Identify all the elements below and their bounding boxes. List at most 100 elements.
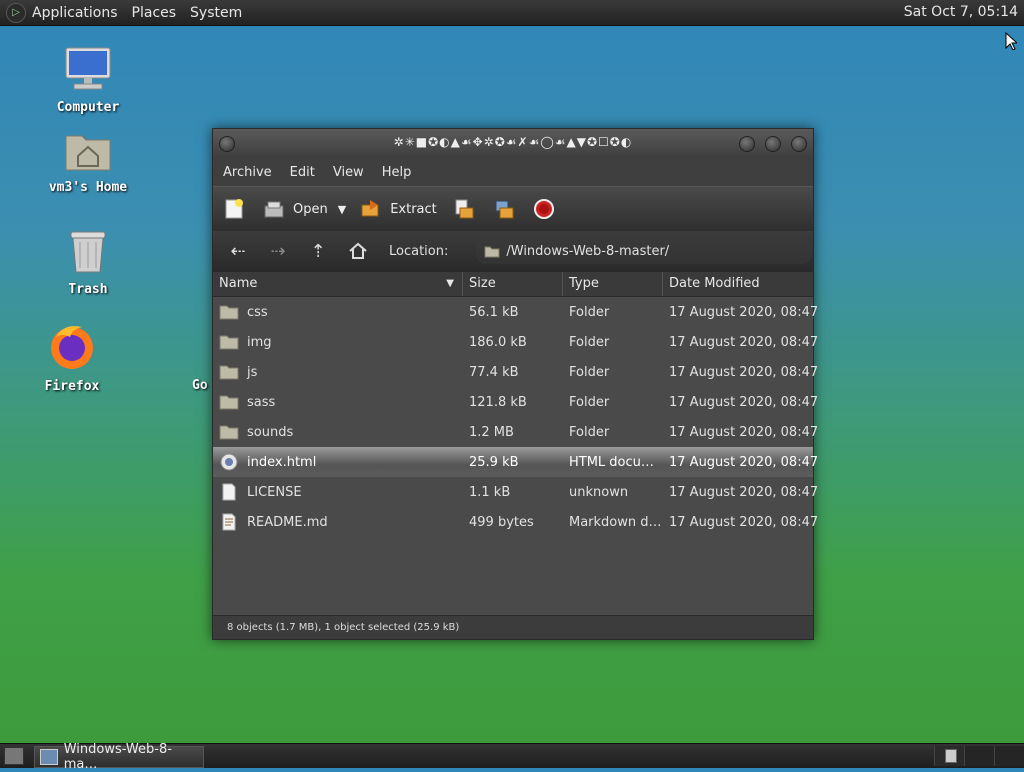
system-logo-icon[interactable]: ▷ <box>6 2 26 23</box>
folder-icon <box>219 393 247 411</box>
top-panel: ▷ Applications Places System Sat Oct 7, … <box>0 0 1024 26</box>
column-headers: Name ▼ Size Type Date Modified <box>213 271 813 297</box>
file-name: README.md <box>247 514 328 530</box>
extract-label: Extract <box>390 201 437 217</box>
stop-icon <box>533 199 554 219</box>
folder-icon <box>219 423 247 441</box>
add-files-button[interactable] <box>453 198 483 220</box>
close-icon[interactable] <box>791 136 807 152</box>
location-path-field[interactable]: /Windows-Web-8-master/ <box>476 238 813 264</box>
file-name: sass <box>247 394 276 410</box>
up-button[interactable]: ⇡ <box>303 239 333 263</box>
menu-applications[interactable]: Applications <box>32 5 118 21</box>
desktop-icon-label: Trash <box>68 282 108 297</box>
up-arrow-icon: ⇡ <box>310 240 326 262</box>
workspace-3[interactable] <box>994 746 1024 766</box>
menu-places[interactable]: Places <box>132 5 177 21</box>
new-archive-button[interactable] <box>223 198 253 220</box>
forward-button[interactable]: ⇢ <box>263 239 293 263</box>
taskbar-window-button[interactable]: Windows-Web-8-ma… <box>34 742 204 772</box>
file-name-cell: README.md <box>213 513 463 531</box>
window-titlebar[interactable]: ✲✳■✪◐▲☙✥✲✪☙✗☙◯☙▲▼✪☐✪◐ <box>213 129 813 159</box>
add-files-icon <box>455 199 474 219</box>
file-modified: 17 August 2020, 08:47 <box>669 484 819 500</box>
workspace-2[interactable] <box>964 746 994 766</box>
maximize-icon[interactable] <box>765 136 781 152</box>
desktop-icon-label: vm3's Home <box>48 180 128 195</box>
file-size: 56.1 kB <box>469 304 519 320</box>
file-row[interactable]: sass 121.8 kB Folder 17 August 2020, 08:47 <box>213 387 818 417</box>
file-list: css 56.1 kB Folder 17 August 2020, 08:47 img… <box>213 297 819 537</box>
file-icon <box>219 483 247 501</box>
file-type: Folder <box>569 364 610 380</box>
open-button[interactable]: Open <box>263 198 328 220</box>
workspace-1[interactable] <box>934 746 964 766</box>
stop-button[interactable] <box>533 198 563 220</box>
file-modified: 17 August 2020, 08:47 <box>669 514 819 530</box>
menu-edit[interactable]: Edit <box>290 165 315 180</box>
desktop-icon-computer[interactable]: Computer <box>43 46 133 115</box>
add-folder-button[interactable] <box>493 198 523 220</box>
file-size: 25.9 kB <box>469 454 519 470</box>
file-size: 186.0 kB <box>469 334 527 350</box>
column-size-header[interactable]: Size <box>463 272 563 296</box>
file-size: 1.1 kB <box>469 484 511 500</box>
folder-icon <box>219 303 247 321</box>
extract-icon <box>361 200 379 217</box>
open-dropdown-button[interactable]: ▼ <box>338 203 346 216</box>
file-name-cell: css <box>213 303 463 321</box>
file-modified: 17 August 2020, 08:47 <box>669 334 819 350</box>
menu-view[interactable]: View <box>333 165 364 180</box>
show-desktop-icon[interactable] <box>4 747 24 765</box>
column-name-header[interactable]: Name ▼ <box>213 272 463 296</box>
file-modified: 17 August 2020, 08:47 <box>669 364 819 380</box>
html-file-icon <box>219 453 247 471</box>
workspace-switcher[interactable] <box>934 746 1024 766</box>
column-type-header[interactable]: Type <box>563 272 663 296</box>
location-bar: ⇠ ⇢ ⇡ Location: /Windows-Web-8-master/ <box>213 231 813 271</box>
desktop-icon-firefox[interactable]: Firefox <box>27 323 117 394</box>
desktop-icon-partial-label[interactable]: Go <box>192 378 208 393</box>
menu-archive[interactable]: Archive <box>223 165 272 180</box>
toolbar: Open ▼ Extract <box>213 186 813 231</box>
location-label: Location: <box>389 243 449 259</box>
column-modified-header[interactable]: Date Modified <box>663 272 813 296</box>
file-modified: 17 August 2020, 08:47 <box>669 424 819 440</box>
add-folder-icon <box>495 200 514 219</box>
chevron-down-icon: ▼ <box>337 202 347 216</box>
file-row[interactable]: LICENSE 1.1 kB unknown 17 August 2020, 08:4… <box>213 477 819 507</box>
file-row[interactable]: index.html 25.9 kB HTML docu… 17 August 202… <box>213 447 819 477</box>
desktop-icon-label: Computer <box>56 100 120 115</box>
column-modified-label: Date Modified <box>669 276 760 291</box>
file-row[interactable]: img 186.0 kB Folder 17 August 2020, 08:47 <box>213 327 819 357</box>
file-row[interactable]: README.md 499 bytes Markdown d… 17 August 2… <box>213 507 819 537</box>
file-modified: 17 August 2020, 08:47 <box>669 454 819 470</box>
file-name-cell: index.html <box>213 453 463 471</box>
mouse-cursor-icon <box>1005 31 1019 54</box>
desktop-icon-home[interactable]: vm3's Home <box>43 128 133 195</box>
back-arrow-icon: ⇠ <box>230 240 246 262</box>
home-folder-icon <box>43 128 133 176</box>
back-button[interactable]: ⇠ <box>223 239 253 263</box>
home-button[interactable] <box>343 239 373 263</box>
desktop-icon-trash[interactable]: Trash <box>43 228 133 297</box>
menu-help[interactable]: Help <box>382 165 412 180</box>
folder-icon <box>219 333 247 351</box>
file-row[interactable]: js 77.4 kB Folder 17 August 2020, 08:47 <box>213 357 819 387</box>
menu-system[interactable]: System <box>190 5 242 21</box>
extract-button[interactable]: Extract <box>360 198 437 220</box>
window-title: ✲✳■✪◐▲☙✥✲✪☙✗☙◯☙▲▼✪☐✪◐ <box>393 135 633 149</box>
menubar: Archive Edit View Help <box>213 159 813 186</box>
minimize-icon[interactable] <box>739 136 755 152</box>
clock[interactable]: Sat Oct 7, 05:14 <box>904 4 1018 20</box>
file-type: Folder <box>569 394 610 410</box>
column-size-label: Size <box>469 276 496 291</box>
folder-icon <box>219 363 247 381</box>
file-row[interactable]: css 56.1 kB Folder 17 August 2020, 08:47 <box>213 297 818 327</box>
file-size: 499 bytes <box>469 514 534 530</box>
archive-manager-window: ✲✳■✪◐▲☙✥✲✪☙✗☙◯☙▲▼✪☐✪◐ Archive Edit View … <box>212 128 819 640</box>
file-name-cell: LICENSE <box>213 483 463 501</box>
computer-icon <box>43 46 133 96</box>
file-row[interactable]: sounds 1.2 MB Folder 17 August 2020, 08:47 <box>213 417 819 447</box>
file-name: sounds <box>247 424 294 440</box>
